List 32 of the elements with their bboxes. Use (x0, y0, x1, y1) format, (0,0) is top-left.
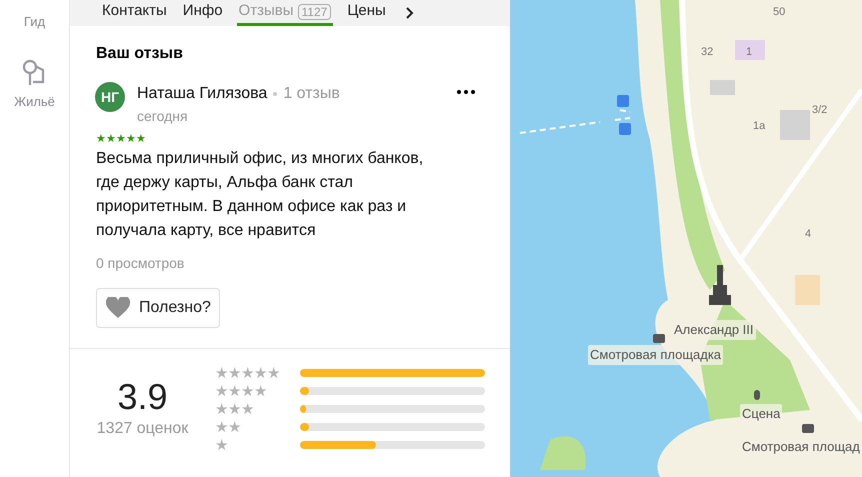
star-label: ★★★★★ (215, 366, 280, 380)
house-number: 1а (753, 119, 766, 134)
tab[interactable]: Инфо (180, 0, 225, 26)
ratings-count: 1327 оценок (96, 419, 188, 439)
tab[interactable]: Контакты (100, 0, 169, 26)
star-label: ★★ (215, 420, 241, 434)
heart-icon (105, 297, 131, 319)
star-label: ★★★ (215, 402, 254, 416)
star-label: ★★★★ (215, 384, 267, 398)
avatar: НГ (95, 82, 125, 112)
author-name[interactable]: Наташа Гилязова (137, 82, 268, 106)
house-number: 50 (773, 5, 786, 20)
star-rating: ★★★★★ (96, 133, 147, 145)
house-number: 32 (701, 45, 714, 60)
views-count: 0 просмотров (96, 254, 186, 273)
review-count: 1 отзыв (283, 84, 340, 104)
review-text: Весьма приличный офис, из многих банков, где держу карты, Альфа банк стал приоритетным. В данном офисе как раз и получала карту, все нравится (96, 149, 424, 241)
count-badge: 1127 (298, 4, 332, 20)
dot-separator (273, 92, 278, 96)
section-heading: Ваш отзыв (96, 44, 184, 64)
more-dots-icon (456, 90, 476, 94)
place-label: Смотровая площадка (588, 345, 724, 364)
house-number: 3/2 (812, 103, 828, 118)
place-label: Александр III (672, 320, 756, 340)
star-label: ★ (215, 438, 228, 452)
house-number: 1 (746, 45, 752, 60)
house-number: 4 (805, 227, 812, 242)
review-date: сегодня (137, 107, 189, 126)
useful-button[interactable]: Полезно? (96, 288, 220, 328)
tab[interactable]: Цены (345, 0, 388, 26)
rating-score: 3.9 (117, 377, 168, 417)
place-label: Сцена (740, 404, 782, 424)
